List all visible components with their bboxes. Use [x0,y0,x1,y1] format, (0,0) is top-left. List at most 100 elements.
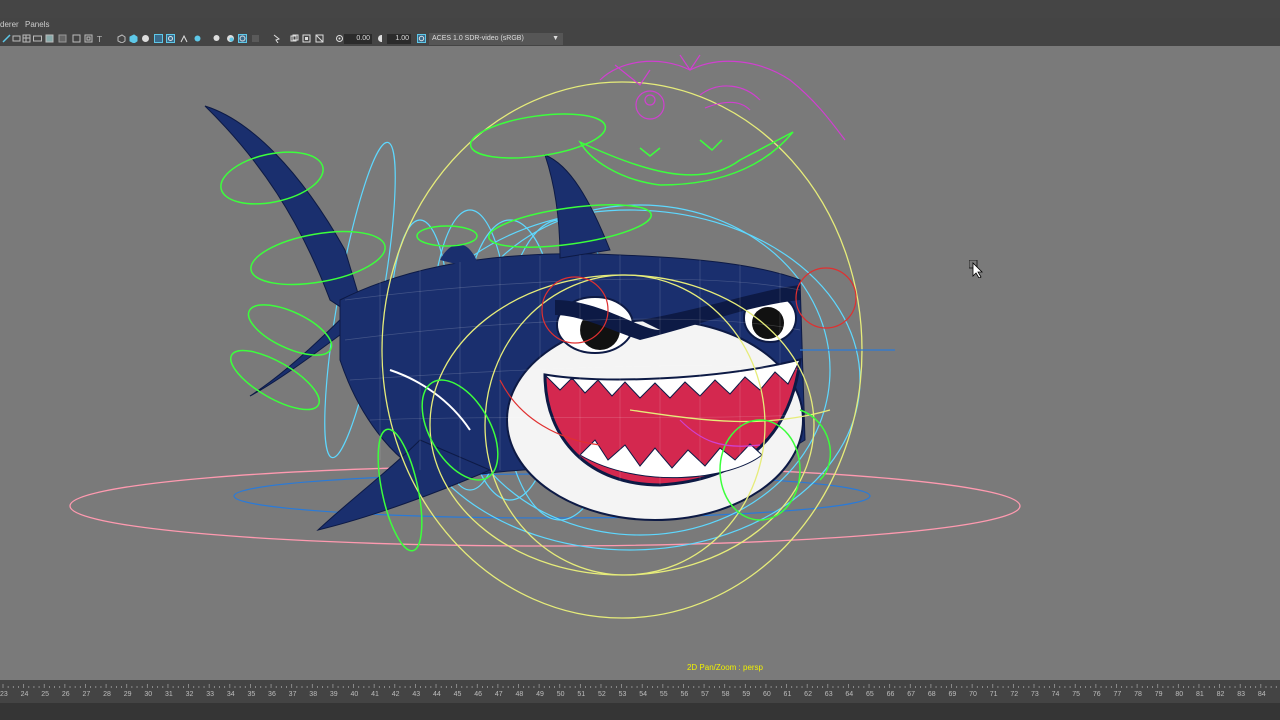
mouse-cursor-icon [968,259,983,283]
frame-label: 71 [990,691,998,698]
viewport-hud-label: 2D Pan/Zoom : persp [686,663,764,672]
gamma-field[interactable]: 1.00 [387,34,411,44]
frame-label: 54 [639,691,647,698]
viewport-scene [69,54,1021,619]
isolate-select-icon[interactable] [272,34,281,43]
menu-panels[interactable]: Panels [25,18,49,32]
grease-pencil-icon[interactable] [290,34,299,43]
time-slider-footer [0,703,1280,720]
exposure-field[interactable]: 0.00 [344,34,372,44]
camera-attributes-icon[interactable] [12,34,21,43]
frame-label: 51 [577,691,585,698]
frame-label: 81 [1196,691,1204,698]
default-material-icon[interactable] [141,34,150,43]
panel-menu-bar: derer Panels [0,18,1280,32]
wireframe-icon[interactable] [117,34,126,43]
frame-label: 49 [536,691,544,698]
frame-label: 36 [268,691,276,698]
frame-label: 67 [907,691,915,698]
color-space-label: ACES 1.0 SDR-video (sRGB) [432,35,524,42]
smooth-shade-icon[interactable] [129,34,138,43]
frame-label: 47 [495,691,503,698]
frame-label: 84 [1258,691,1266,698]
frame-label: 61 [784,691,792,698]
frame-label: 50 [557,691,565,698]
frame-label: 73 [1031,691,1039,698]
frame-label: 68 [928,691,936,698]
gamma-icon[interactable] [377,34,386,43]
frame-label: 53 [619,691,627,698]
frame-label: 79 [1155,691,1163,698]
frame-label: 42 [392,691,400,698]
backface-icon[interactable] [315,34,324,43]
select-camera-icon[interactable] [2,34,11,43]
film-gate-icon[interactable] [33,34,42,43]
xray-joints-icon[interactable] [179,34,188,43]
frame-label: 32 [186,691,194,698]
frame-label: 46 [474,691,482,698]
frame-label: 23 [0,691,8,698]
frame-label: 44 [433,691,441,698]
field-chart-icon[interactable] [72,34,81,43]
frame-label: 74 [1052,691,1060,698]
frame-label: 40 [351,691,359,698]
menu-renderer[interactable]: derer [0,18,19,32]
frame-label: 52 [598,691,606,698]
svg-text:T: T [96,35,102,43]
time-ruler[interactable]: 23 24 25 26 27 28 29 30 31 32 33 34 35 36 37 38 39 40 41 42… [0,684,1280,702]
frame-label: 28 [103,691,111,698]
resolution-gate-icon[interactable] [45,34,54,43]
frame-label: 31 [165,691,173,698]
panel-toolbar [0,32,1280,47]
chevron-down-icon: ▼ [552,35,559,42]
xray-icon[interactable] [166,34,175,43]
frame-label: 29 [124,691,132,698]
screen-space-ao-icon[interactable] [226,34,235,43]
color-space-dropdown[interactable]: ACES 1.0 SDR-video (sRGB) ▼ [429,33,563,45]
frame-label: 56 [680,691,688,698]
exposure-icon[interactable] [335,34,344,43]
frame-label: 38 [309,691,317,698]
frame-label: 69 [949,691,957,698]
grid-icon[interactable] [22,34,31,43]
frame-label: 57 [701,691,709,698]
frame-label: 26 [62,691,70,698]
frame-label: 78 [1134,691,1142,698]
frame-label: 80 [1175,691,1183,698]
frame-label: 65 [866,691,874,698]
frame-label: 72 [1010,691,1018,698]
anti-aliasing-icon[interactable] [251,34,260,43]
frame-label: 77 [1113,691,1121,698]
safe-title-icon[interactable]: T [96,34,105,43]
frame-label: 75 [1072,691,1080,698]
color-management-icon[interactable] [417,34,426,43]
frame-label: 62 [804,691,812,698]
motion-blur-icon[interactable] [238,34,247,43]
frame-label: 41 [371,691,379,698]
frame-label: 34 [227,691,235,698]
frame-label: 43 [412,691,420,698]
shadows-icon[interactable] [212,34,221,43]
frame-label: 70 [969,691,977,698]
frame-label: 76 [1093,691,1101,698]
image-plane-icon[interactable] [302,34,311,43]
frame-label: 58 [722,691,730,698]
use-all-lights-icon[interactable] [193,34,202,43]
frame-label: 30 [144,691,152,698]
gate-mask-icon[interactable] [58,34,67,43]
title-strip [0,0,1280,18]
frame-label: 37 [289,691,297,698]
frame-label: 33 [206,691,214,698]
frame-label: 25 [41,691,49,698]
perspective-viewport[interactable] [0,46,1280,680]
frame-label: 63 [825,691,833,698]
wireframe-on-shaded-icon[interactable] [154,34,163,43]
safe-action-icon[interactable] [84,34,93,43]
frame-label: 24 [21,691,29,698]
frame-label: 64 [845,691,853,698]
frame-label: 83 [1237,691,1245,698]
frame-label: 35 [247,691,255,698]
frame-label: 27 [82,691,90,698]
frame-label: 39 [330,691,338,698]
frame-label: 59 [742,691,750,698]
